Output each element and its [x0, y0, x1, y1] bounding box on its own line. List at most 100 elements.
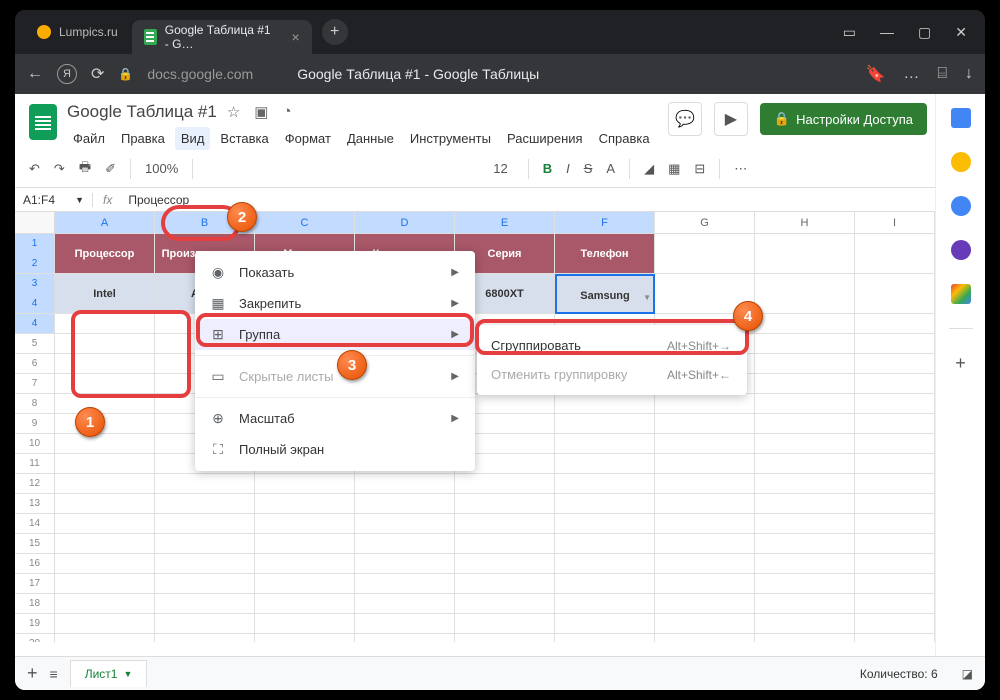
cell[interactable]	[755, 494, 855, 514]
cell[interactable]	[255, 614, 355, 634]
share-button[interactable]: 🔒 Настройки Доступа	[760, 103, 927, 135]
cell[interactable]	[555, 534, 655, 554]
more-toolbar-button[interactable]: ⋯	[734, 161, 747, 177]
formula-input[interactable]: Процессор	[122, 193, 195, 207]
cell[interactable]	[655, 414, 755, 434]
col-header[interactable]: C	[255, 212, 355, 233]
star-icon[interactable]: ☆	[227, 103, 240, 121]
new-tab-button[interactable]: +	[322, 19, 348, 45]
tab-sheets[interactable]: Google Таблица #1 - G… ×	[132, 20, 312, 54]
col-header[interactable]: G	[655, 212, 755, 233]
cell[interactable]	[155, 634, 255, 642]
cell[interactable]	[855, 534, 935, 554]
cell[interactable]: Телефон	[555, 234, 655, 274]
row-header[interactable]: 8	[15, 394, 55, 414]
comments-button[interactable]: 💬	[668, 102, 702, 136]
cell[interactable]	[455, 534, 555, 554]
text-color-button[interactable]: A	[606, 161, 615, 176]
cell[interactable]	[855, 494, 935, 514]
cell[interactable]	[455, 634, 555, 642]
cell[interactable]	[655, 234, 755, 274]
cell[interactable]	[55, 494, 155, 514]
cell[interactable]	[355, 554, 455, 574]
menu-item-group[interactable]: ⊞ Группа ▶	[195, 319, 475, 350]
cell[interactable]	[855, 314, 935, 334]
menu-help[interactable]: Справка	[593, 127, 656, 150]
cell[interactable]	[255, 634, 355, 642]
add-sheet-button[interactable]: +	[27, 663, 38, 684]
cell[interactable]	[855, 594, 935, 614]
cell[interactable]	[455, 494, 555, 514]
menu-edit[interactable]: Правка	[115, 127, 171, 150]
undo-button[interactable]: ↶	[29, 161, 40, 177]
cell[interactable]	[755, 534, 855, 554]
cell[interactable]	[455, 514, 555, 534]
cell[interactable]	[55, 534, 155, 554]
reload-button[interactable]: ⟳	[91, 64, 104, 84]
italic-button[interactable]: I	[566, 161, 570, 176]
cell[interactable]	[755, 634, 855, 642]
cell[interactable]	[55, 414, 155, 434]
cell[interactable]	[655, 634, 755, 642]
col-header[interactable]: A	[55, 212, 155, 233]
cell[interactable]	[755, 274, 855, 314]
menu-item-freeze[interactable]: ▦ Закрепить ▶	[195, 288, 475, 319]
cell[interactable]	[855, 274, 935, 314]
cell[interactable]	[855, 434, 935, 454]
maps-icon[interactable]	[951, 284, 971, 304]
status-count[interactable]: Количество: 6	[860, 667, 938, 681]
cell[interactable]	[355, 634, 455, 642]
calendar-icon[interactable]	[951, 108, 971, 128]
cell[interactable]	[555, 614, 655, 634]
cloud-status-icon[interactable]: ◔	[282, 103, 291, 121]
cell[interactable]	[655, 394, 755, 414]
merge-button[interactable]: ⊟	[694, 161, 705, 177]
cell[interactable]	[355, 534, 455, 554]
more-icon[interactable]: …	[903, 65, 919, 83]
cell[interactable]	[755, 594, 855, 614]
meet-button[interactable]: ▶	[714, 102, 748, 136]
zoom-select[interactable]: 100%	[145, 161, 178, 176]
cell[interactable]	[555, 454, 655, 474]
strike-button[interactable]: S	[584, 161, 593, 176]
cell[interactable]	[555, 494, 655, 514]
cell[interactable]	[855, 634, 935, 642]
cell[interactable]	[55, 594, 155, 614]
cell[interactable]	[255, 514, 355, 534]
yandex-icon[interactable]: Я	[57, 64, 77, 84]
cell[interactable]	[855, 474, 935, 494]
cell[interactable]	[655, 614, 755, 634]
downloads-icon[interactable]: ↓	[965, 65, 973, 83]
cell[interactable]	[55, 634, 155, 642]
cell[interactable]	[155, 534, 255, 554]
tab-lumpics[interactable]: Lumpics.ru	[23, 15, 132, 49]
select-all-corner[interactable]	[15, 212, 55, 233]
cell[interactable]	[855, 414, 935, 434]
row-header[interactable]: 10	[15, 434, 55, 454]
row-header[interactable]: 19	[15, 614, 55, 634]
cell[interactable]	[355, 514, 455, 534]
row-header[interactable]: 5	[15, 334, 55, 354]
cell[interactable]	[55, 334, 155, 354]
cell[interactable]	[755, 394, 855, 414]
cell[interactable]	[155, 494, 255, 514]
col-header[interactable]: E	[455, 212, 555, 233]
cell[interactable]	[355, 614, 455, 634]
cell[interactable]	[155, 594, 255, 614]
cell[interactable]	[355, 574, 455, 594]
menu-item-fullscreen[interactable]: ⛶ Полный экран	[195, 434, 475, 465]
cell[interactable]	[755, 434, 855, 454]
row-header[interactable]: 12	[15, 474, 55, 494]
row-header[interactable]: 13	[15, 494, 55, 514]
cell[interactable]	[555, 514, 655, 534]
cell[interactable]	[755, 614, 855, 634]
cell[interactable]	[455, 574, 555, 594]
cell[interactable]	[55, 354, 155, 374]
cell[interactable]	[755, 314, 855, 334]
row-header[interactable]: 14	[15, 514, 55, 534]
row-header[interactable]: 9	[15, 414, 55, 434]
extensions-icon[interactable]: ⌸	[937, 65, 947, 83]
row-header[interactable]: 20	[15, 634, 55, 642]
cell[interactable]	[655, 434, 755, 454]
cell[interactable]	[255, 474, 355, 494]
